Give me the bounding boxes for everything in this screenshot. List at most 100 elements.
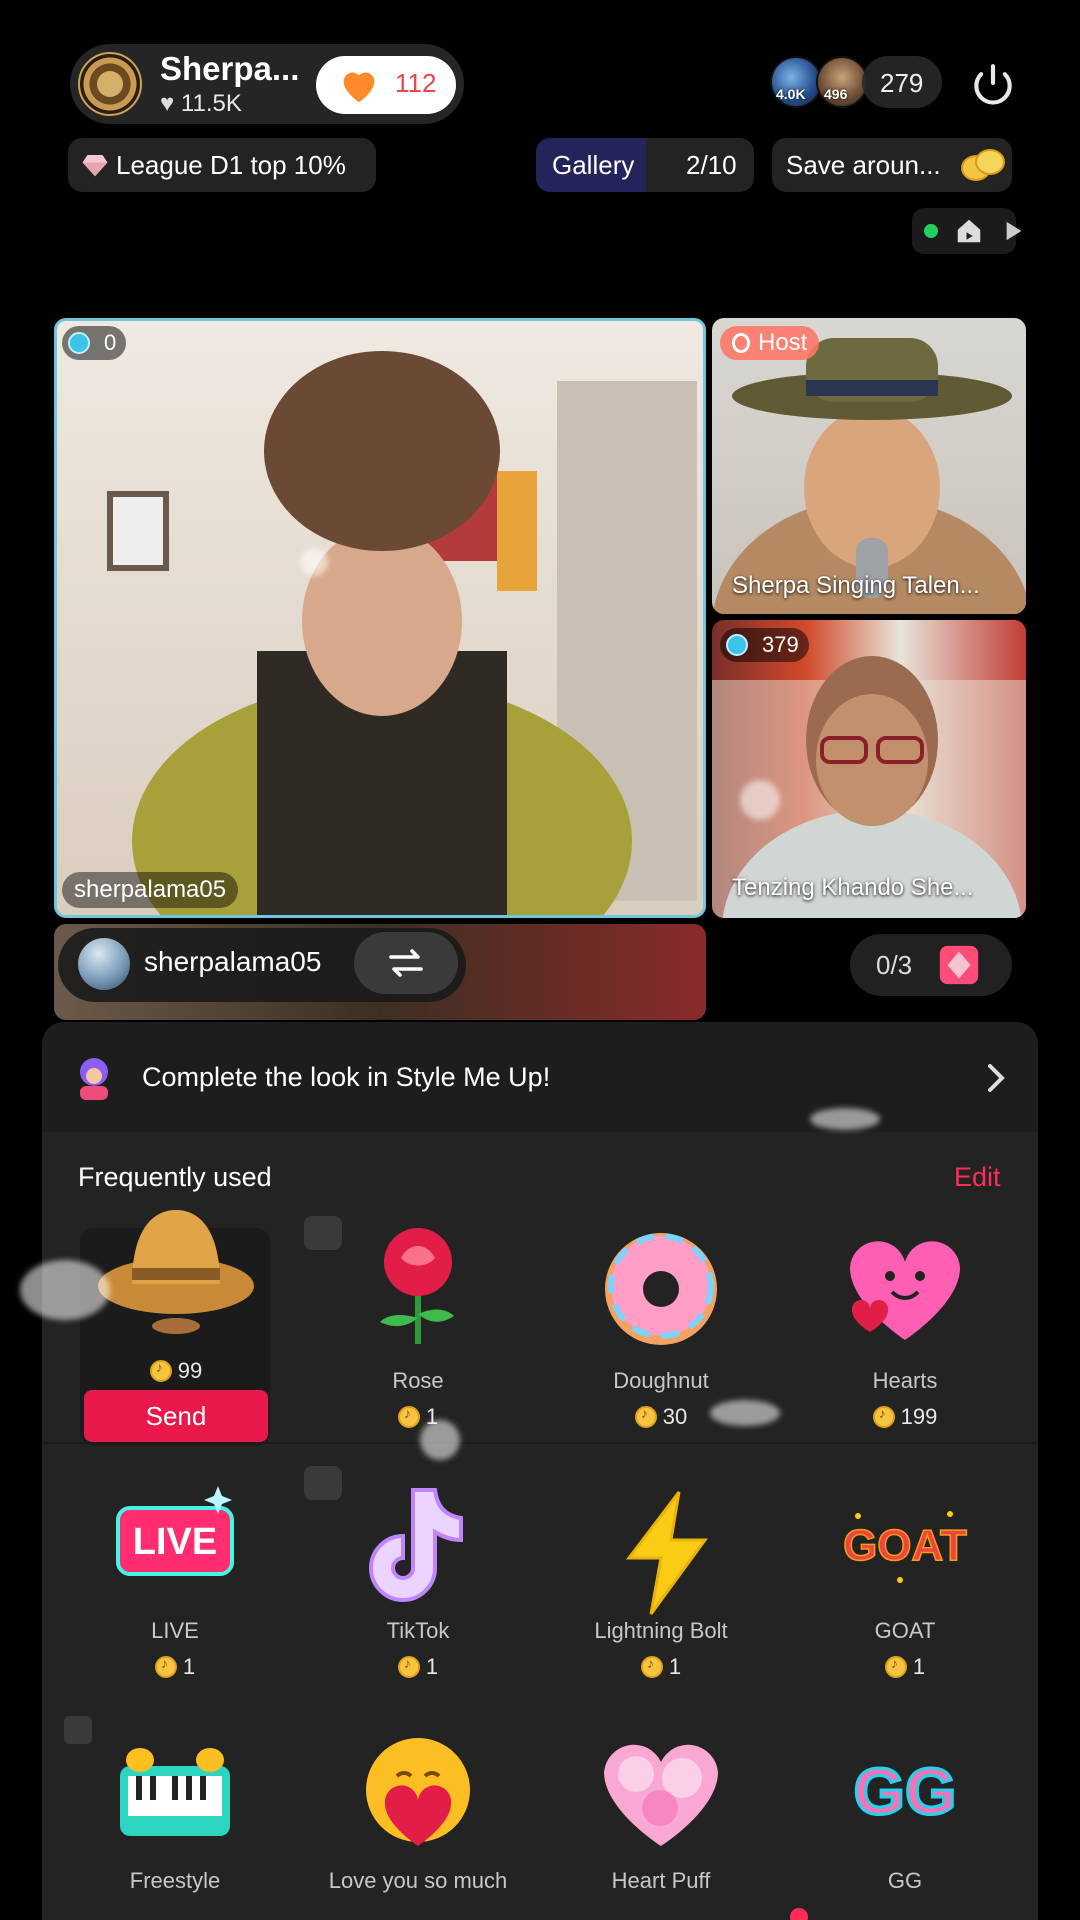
snow-particle xyxy=(420,1420,460,1460)
coin-icon xyxy=(872,1405,895,1428)
play-icon[interactable] xyxy=(1004,220,1024,242)
pip-avatar[interactable] xyxy=(78,938,130,990)
gem-icon xyxy=(726,634,748,656)
guest-name: Tenzing Khando She... xyxy=(732,874,974,901)
singer-video-frame xyxy=(107,351,697,915)
tile-username: sherpalama05 xyxy=(62,872,239,908)
status-dot xyxy=(924,224,938,238)
gift-price: 1 xyxy=(785,1654,1025,1680)
gem-icon xyxy=(68,332,90,354)
snow-particle xyxy=(20,1260,110,1320)
badge-icon xyxy=(304,1216,342,1250)
animated-badge-icon xyxy=(64,1716,92,1744)
home-icon[interactable] xyxy=(954,216,984,246)
section-title: Frequently used xyxy=(78,1162,272,1192)
heart-icon: ♥ xyxy=(160,90,175,117)
gift-name: Lightning Bolt xyxy=(594,1618,728,1643)
edit-button[interactable]: Edit xyxy=(954,1162,1001,1193)
send-button[interactable]: Send xyxy=(84,1390,268,1442)
gg-icon[interactable]: GG xyxy=(840,1726,970,1856)
creator-likes: ♥ 11.5K xyxy=(160,90,242,118)
main-video-tile[interactable] xyxy=(54,318,706,918)
top-viewer-badge: 4.0K xyxy=(776,86,806,102)
goat-art-text: GOAT xyxy=(843,1521,967,1570)
coin-icon xyxy=(884,1655,907,1678)
gem-count: 0 xyxy=(104,330,117,355)
league-chip-label: League D1 top 10% xyxy=(116,150,346,180)
hearts-icon[interactable] xyxy=(840,1222,970,1352)
host-video-frame xyxy=(712,338,1026,614)
gift-name: GOAT xyxy=(874,1618,936,1643)
gift-price-value: 1 xyxy=(425,1654,439,1679)
gift-name: Love you so much xyxy=(328,1868,508,1893)
rose-icon[interactable] xyxy=(353,1218,483,1348)
snow-particle xyxy=(710,1400,780,1426)
row-divider xyxy=(42,1442,1038,1444)
orange-heart-icon xyxy=(343,72,375,103)
tiktok-icon[interactable] xyxy=(353,1476,483,1606)
piano-icon[interactable] xyxy=(110,1726,240,1856)
snow-particle xyxy=(300,548,328,576)
goat-icon[interactable]: GOAT xyxy=(840,1496,970,1592)
creator-likes-count: 11.5K xyxy=(180,90,242,117)
follow-count: 112 xyxy=(395,68,437,98)
live-icon[interactable]: LIVE xyxy=(110,1478,240,1598)
gift-name: GG xyxy=(887,1868,923,1893)
creator-name[interactable]: Sherpa... xyxy=(160,50,299,88)
style-me-up-icon xyxy=(80,1058,108,1100)
viewer-count: 279 xyxy=(880,68,924,98)
doughnut-icon[interactable] xyxy=(596,1224,726,1354)
swap-arrows-icon xyxy=(389,949,423,977)
gift-price-value: 199 xyxy=(900,1404,938,1429)
snow-particle xyxy=(740,780,780,820)
cowboy-hat-icon xyxy=(98,1210,254,1334)
gallery-progress: 2/10 xyxy=(686,150,737,180)
alarm-icon xyxy=(732,333,750,353)
snow-particle xyxy=(810,1108,880,1130)
hug-heart-icon[interactable] xyxy=(353,1726,483,1856)
coin-icon xyxy=(634,1405,657,1428)
coin-icon xyxy=(640,1655,663,1678)
host-name: Sherpa Singing Talen... xyxy=(732,572,980,599)
lightning-icon[interactable] xyxy=(601,1488,731,1618)
gift-name: TikTok xyxy=(386,1618,450,1643)
coin-icon xyxy=(154,1655,177,1678)
chevron-right-icon[interactable] xyxy=(984,1062,1008,1094)
guest-slots-pill[interactable] xyxy=(850,934,1012,996)
save-around-label: Save aroun... xyxy=(786,150,941,180)
gift-price: 1 xyxy=(55,1654,295,1680)
coin-icon xyxy=(397,1655,420,1678)
guest-slots-count: 0/3 xyxy=(876,950,913,980)
gift-price: 99 xyxy=(56,1358,296,1384)
host-badge-label: Host xyxy=(758,329,808,356)
power-icon[interactable] xyxy=(968,60,1018,110)
live-art-text: LIVE xyxy=(133,1521,217,1563)
gem-count: 379 xyxy=(762,632,799,657)
gift-price: 199 xyxy=(785,1404,1025,1430)
gift-price: 1 xyxy=(298,1404,538,1430)
gift-price: 1 xyxy=(298,1654,538,1680)
gallery-chip-label: Gallery xyxy=(552,150,635,180)
gg-art-text: GG xyxy=(854,1754,957,1828)
creator-avatar[interactable] xyxy=(78,52,142,116)
gift-price: 1 xyxy=(541,1654,781,1680)
gift-name: Hearts xyxy=(872,1368,938,1393)
page-indicator-dot xyxy=(790,1908,808,1920)
top-viewer-badge: 496 xyxy=(824,86,848,102)
gift-name: Heart Puff xyxy=(611,1868,711,1893)
style-me-up-label: Complete the look in Style Me Up! xyxy=(142,1062,551,1092)
gift-price-value: 99 xyxy=(177,1358,203,1383)
gift-name: Rose xyxy=(392,1368,444,1393)
coins-icon xyxy=(961,149,1005,181)
gem-box-icon xyxy=(939,945,979,985)
gift-price-value: 1 xyxy=(668,1654,682,1679)
gift-price-value: 1 xyxy=(182,1654,196,1679)
gift-price-value: 30 xyxy=(662,1404,688,1429)
gift-name: Freestyle xyxy=(129,1868,221,1893)
gift-price-value: 1 xyxy=(912,1654,926,1679)
coin-icon xyxy=(397,1405,420,1428)
pip-username: sherpalama05 xyxy=(144,946,322,977)
heart-puff-icon[interactable] xyxy=(596,1724,726,1854)
gift-name: LIVE xyxy=(151,1618,199,1643)
host-video-tile[interactable] xyxy=(712,318,1026,614)
